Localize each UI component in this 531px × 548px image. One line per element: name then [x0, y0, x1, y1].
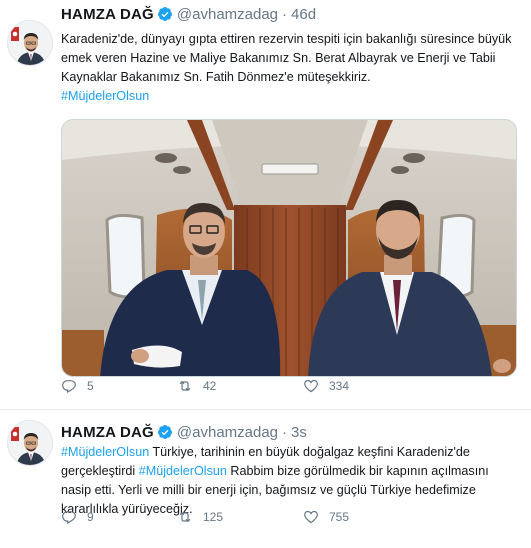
tweet-2[interactable]: HAMZA DAĞ @avhamzadag · 3s #MüjdelerOlsu…: [0, 410, 531, 548]
like-count: 334: [329, 379, 350, 393]
verified-badge-icon: [157, 425, 172, 439]
like-count: 755: [329, 510, 350, 524]
hashtag-link[interactable]: #MüjdelerOlsun: [61, 445, 149, 459]
tweet-body: Karadeniz'de, dünyayı gıpta ettiren reze…: [61, 32, 512, 84]
reply-icon: [62, 511, 76, 525]
tweet-header: HAMZA DAĞ @avhamzadag · 46d: [61, 3, 316, 25]
tweet-text: #MüjdelerOlsun Türkiye, tarihinin en büy…: [61, 443, 516, 519]
retweet-icon: [179, 380, 191, 392]
reply-button[interactable]: 9: [61, 508, 94, 526]
like-button[interactable]: 755: [303, 508, 349, 526]
verified-badge-icon: [157, 7, 172, 21]
like-button[interactable]: 334: [303, 377, 349, 395]
separator-dot: ·: [282, 423, 288, 441]
helicopter-cabin-photo: [62, 120, 516, 376]
reply-button[interactable]: 5: [61, 377, 94, 395]
avatar[interactable]: [7, 20, 53, 66]
tweet-1[interactable]: HAMZA DAĞ @avhamzadag · 46d Karadeniz'de…: [0, 0, 531, 410]
separator-dot: ·: [282, 5, 288, 23]
tweet-header: HAMZA DAĞ @avhamzadag · 3s: [61, 421, 307, 443]
retweet-count: 42: [203, 379, 217, 393]
hashtag-link[interactable]: #MüjdelerOlsun: [61, 89, 149, 103]
tweet-timestamp[interactable]: 46d: [291, 6, 316, 23]
avatar-portrait-image: [8, 21, 52, 65]
user-handle[interactable]: @avhamzadag: [177, 6, 278, 23]
reply-icon: [62, 380, 76, 394]
retweet-button[interactable]: 42: [177, 377, 216, 395]
tweet-timestamp[interactable]: 3s: [291, 424, 307, 441]
retweet-button[interactable]: 125: [177, 508, 223, 526]
user-handle[interactable]: @avhamzadag: [177, 424, 278, 441]
retweet-icon: [179, 511, 191, 523]
avatar-portrait-image: [8, 421, 52, 465]
heart-icon: [304, 510, 318, 524]
retweet-count: 125: [203, 510, 224, 524]
display-name[interactable]: HAMZA DAĞ: [61, 6, 154, 23]
avatar[interactable]: [7, 420, 53, 466]
heart-icon: [304, 379, 318, 393]
hashtag-link[interactable]: #MüjdelerOlsun: [139, 464, 227, 478]
display-name[interactable]: HAMZA DAĞ: [61, 424, 154, 441]
reply-count: 5: [87, 379, 94, 393]
reply-count: 9: [87, 510, 94, 524]
tweet-photo[interactable]: [61, 119, 517, 377]
tweet-text: Karadeniz'de, dünyayı gıpta ettiren reze…: [61, 30, 516, 106]
